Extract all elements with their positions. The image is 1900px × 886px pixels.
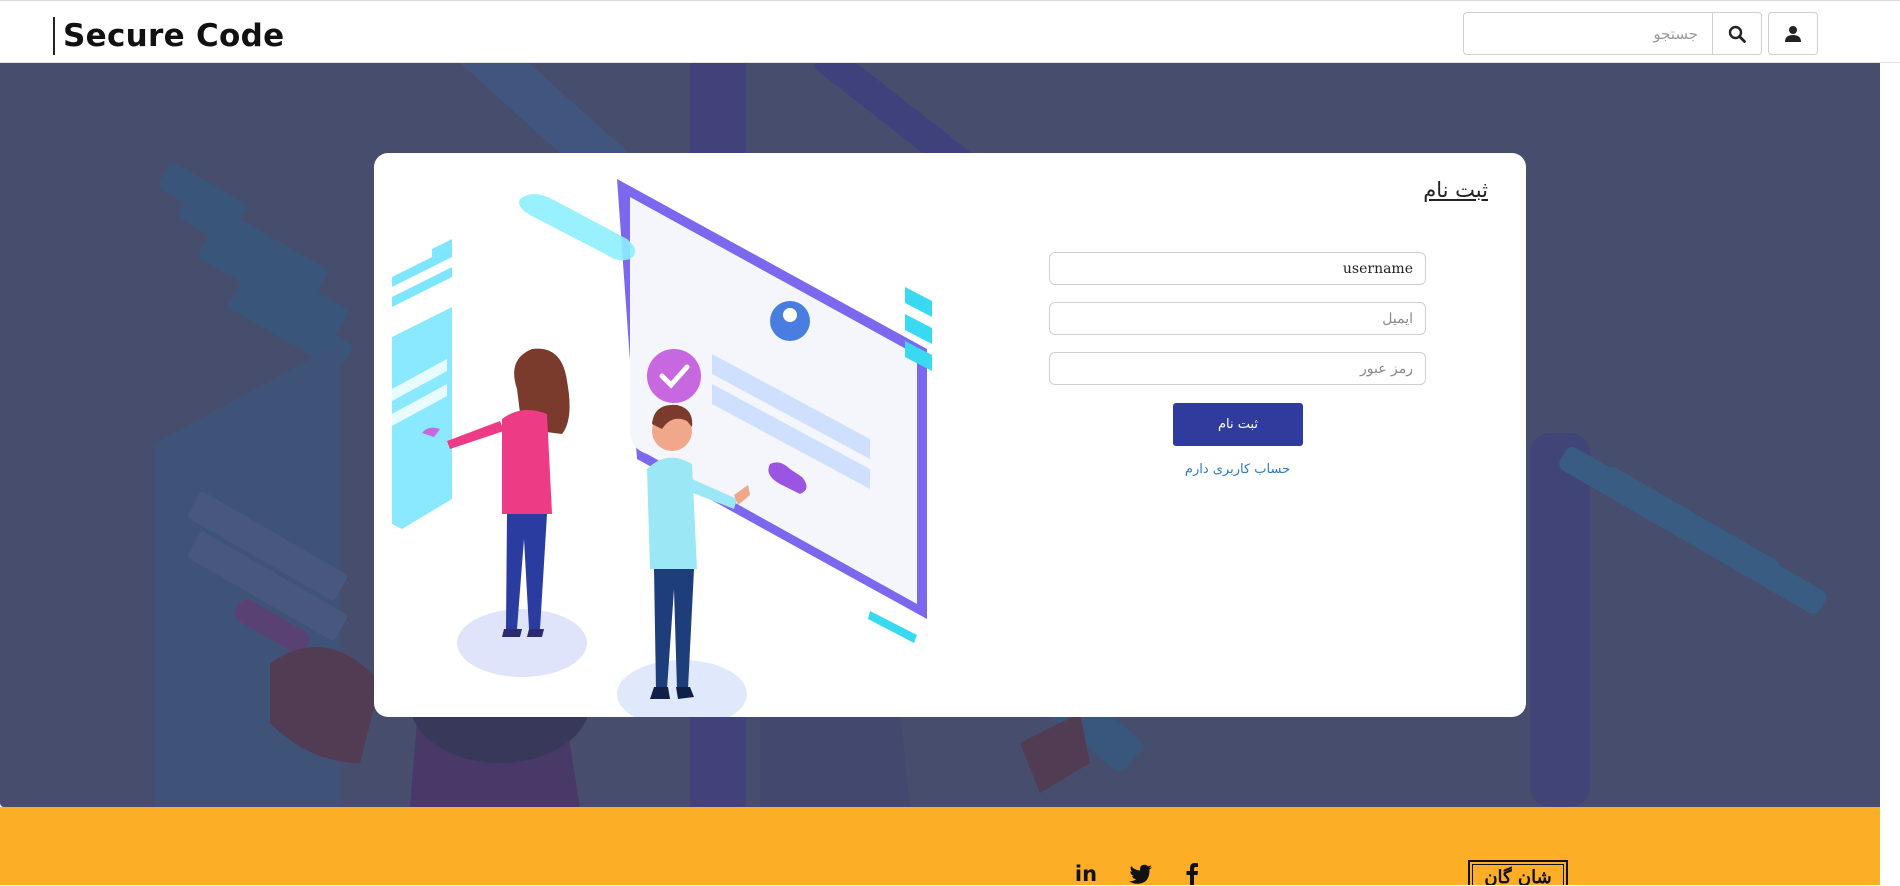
footer-seal-text: شان گان (1472, 864, 1564, 885)
twitter-icon[interactable] (1128, 862, 1154, 885)
signup-title-link[interactable]: ثبت نام (1423, 178, 1488, 202)
signup-illustration (392, 179, 932, 717)
signup-card: ثبت نام ثبت نام حساب کاربری دارم (374, 153, 1526, 717)
page-scrollbar[interactable] (1880, 63, 1900, 885)
linkedin-icon[interactable]: in (1072, 862, 1100, 886)
search-box (1463, 12, 1713, 55)
search-icon (1728, 25, 1746, 43)
username-field[interactable] (1049, 252, 1426, 285)
top-navbar: Secure Code (0, 0, 1900, 63)
password-field[interactable] (1049, 352, 1426, 385)
search-button[interactable] (1713, 12, 1762, 55)
have-account-link[interactable]: حساب کاربری دارم (1049, 462, 1426, 477)
footer-seal-logo[interactable]: شان گان (1468, 860, 1568, 885)
user-account-button[interactable] (1768, 12, 1818, 55)
search-input[interactable] (1464, 13, 1712, 54)
user-icon (1785, 25, 1801, 42)
email-field[interactable] (1049, 302, 1426, 335)
facebook-f-icon (1186, 863, 1198, 885)
brand-logo-text[interactable]: Secure Code (53, 17, 284, 55)
signup-submit-button[interactable]: ثبت نام (1173, 403, 1303, 446)
footer (0, 807, 1880, 885)
twitter-bird-icon (1129, 864, 1152, 884)
facebook-icon[interactable] (1182, 862, 1202, 885)
